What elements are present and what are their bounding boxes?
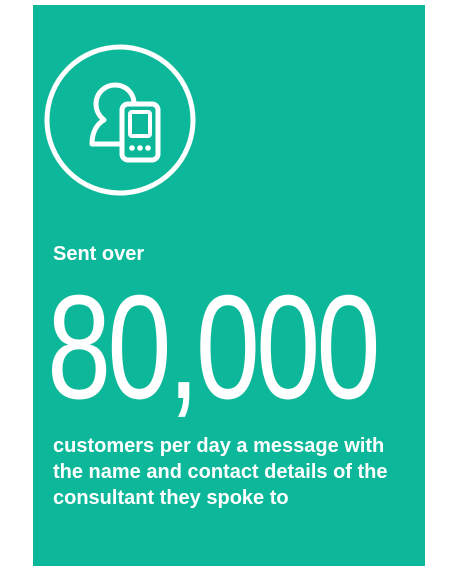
stat-value: 80,000 xyxy=(47,265,381,430)
person-with-mobile-phone-icon xyxy=(44,44,196,196)
stat-description: customers per day a message with the nam… xyxy=(53,435,388,509)
stat-card: Sent over 80,000 customers per day a mes… xyxy=(33,5,425,566)
